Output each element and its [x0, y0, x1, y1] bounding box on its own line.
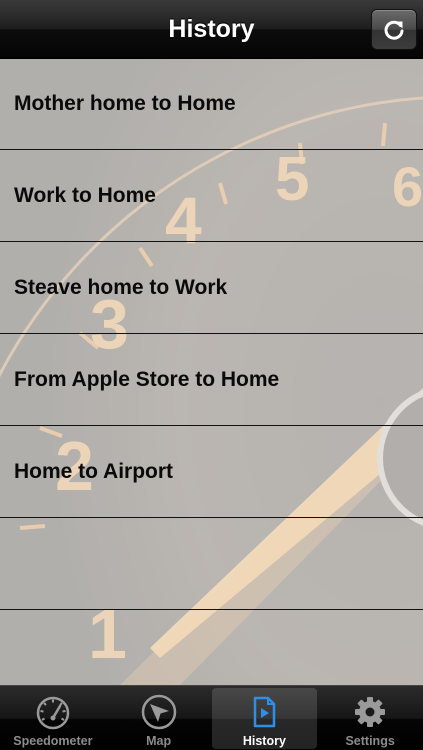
tab-label: Settings: [345, 734, 395, 748]
history-row-label: Home to Airport: [14, 459, 174, 483]
speedometer-icon: [36, 696, 70, 730]
history-row-label: Steave home to Work: [14, 275, 228, 299]
tab-map[interactable]: Map: [106, 686, 212, 750]
tab-label: Speedometer: [13, 734, 93, 748]
history-row[interactable]: Work to Home: [0, 150, 423, 242]
history-document-icon: [254, 696, 276, 728]
page-title: History: [168, 15, 255, 43]
tab-history[interactable]: History: [211, 686, 318, 750]
tab-settings[interactable]: Settings: [317, 686, 423, 750]
history-row-label: Mother home to Home: [14, 91, 236, 115]
history-row[interactable]: Home to Airport: [0, 426, 423, 518]
history-row[interactable]: Steave home to Work: [0, 242, 423, 334]
history-row-empty: [0, 518, 423, 610]
history-row-label: Work to Home: [14, 183, 156, 207]
tab-label: History: [242, 734, 286, 748]
navigation-arrow-icon: [141, 694, 176, 730]
refresh-icon: [384, 20, 404, 40]
navigation-bar: History: [0, 0, 423, 59]
tab-bar: Speedometer Map History Settings: [0, 685, 423, 750]
history-row[interactable]: From Apple Store to Home: [0, 334, 423, 426]
gear-icon: [355, 697, 386, 727]
history-row[interactable]: Mother home to Home: [0, 58, 423, 150]
tab-label: Map: [146, 734, 172, 748]
history-list: Mother home to Home Work to Home Steave …: [0, 58, 423, 610]
app-root: 1 2 3 4 5 6 History Mother home to Home …: [0, 0, 423, 750]
history-row-label: From Apple Store to Home: [14, 367, 280, 391]
tab-speedometer[interactable]: Speedometer: [0, 686, 106, 750]
refresh-button[interactable]: [371, 9, 417, 50]
